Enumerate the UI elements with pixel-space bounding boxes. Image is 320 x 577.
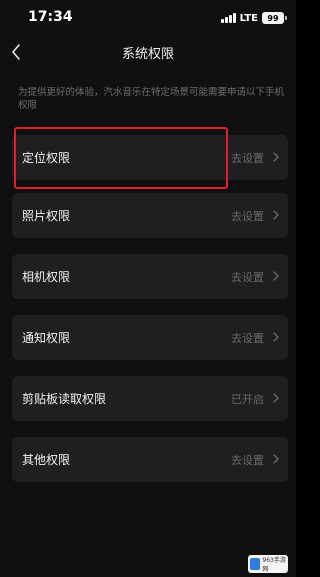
chevron-right-icon xyxy=(273,210,279,220)
nav-bar: 系统权限 xyxy=(0,34,296,70)
chevron-right-icon xyxy=(273,152,279,162)
watermark-logo-icon xyxy=(250,558,261,570)
permission-label: 定位权限 xyxy=(22,151,71,165)
signal-icon xyxy=(220,13,236,23)
permission-status: 去设置 xyxy=(231,332,264,345)
chevron-right-icon xyxy=(273,393,279,403)
watermark: 963手游网 xyxy=(248,555,288,573)
permission-item-camera[interactable]: 相机权限 去设置 xyxy=(12,254,288,299)
permission-status: 去设置 xyxy=(231,454,264,467)
page-title: 系统权限 xyxy=(121,47,174,62)
permission-status: 去设置 xyxy=(231,271,264,284)
permission-label: 相机权限 xyxy=(22,270,71,284)
permission-item-notification[interactable]: 通知权限 去设置 xyxy=(12,315,288,360)
permission-label: 照片权限 xyxy=(22,209,71,223)
permission-status: 去设置 xyxy=(231,210,264,223)
battery-icon: 99 xyxy=(262,12,287,24)
chevron-right-icon xyxy=(273,332,279,342)
permission-label: 其他权限 xyxy=(22,453,71,467)
network-label: LTE xyxy=(239,12,258,24)
permission-item-photos[interactable]: 照片权限 去设置 xyxy=(12,193,288,238)
status-bar: 17:34 LTE 99 xyxy=(0,0,296,34)
permission-status: 已开启 xyxy=(231,393,264,406)
status-indicators: LTE 99 xyxy=(220,11,287,25)
chevron-right-icon xyxy=(273,271,279,281)
battery-level: 99 xyxy=(267,13,279,23)
permission-notice: 为提供更好的体验，汽水音乐在特定场景可能需要申请以下手机权限 xyxy=(18,87,285,111)
chevron-right-icon xyxy=(273,454,279,464)
permission-label: 剪贴板读取权限 xyxy=(22,392,107,406)
permission-label: 通知权限 xyxy=(22,331,71,345)
permission-item-location[interactable]: 定位权限 去设置 xyxy=(12,135,288,180)
permission-item-other[interactable]: 其他权限 去设置 xyxy=(12,437,288,482)
screen: 17:34 LTE 99 系统权限 为提供更好的体验，汽水音乐在特定场景可能需要… xyxy=(0,0,296,577)
permission-item-clipboard[interactable]: 剪贴板读取权限 已开启 xyxy=(12,376,288,421)
status-time: 17:34 xyxy=(28,9,73,25)
permission-status: 去设置 xyxy=(231,152,264,165)
watermark-text: 963手游网 xyxy=(262,557,286,573)
